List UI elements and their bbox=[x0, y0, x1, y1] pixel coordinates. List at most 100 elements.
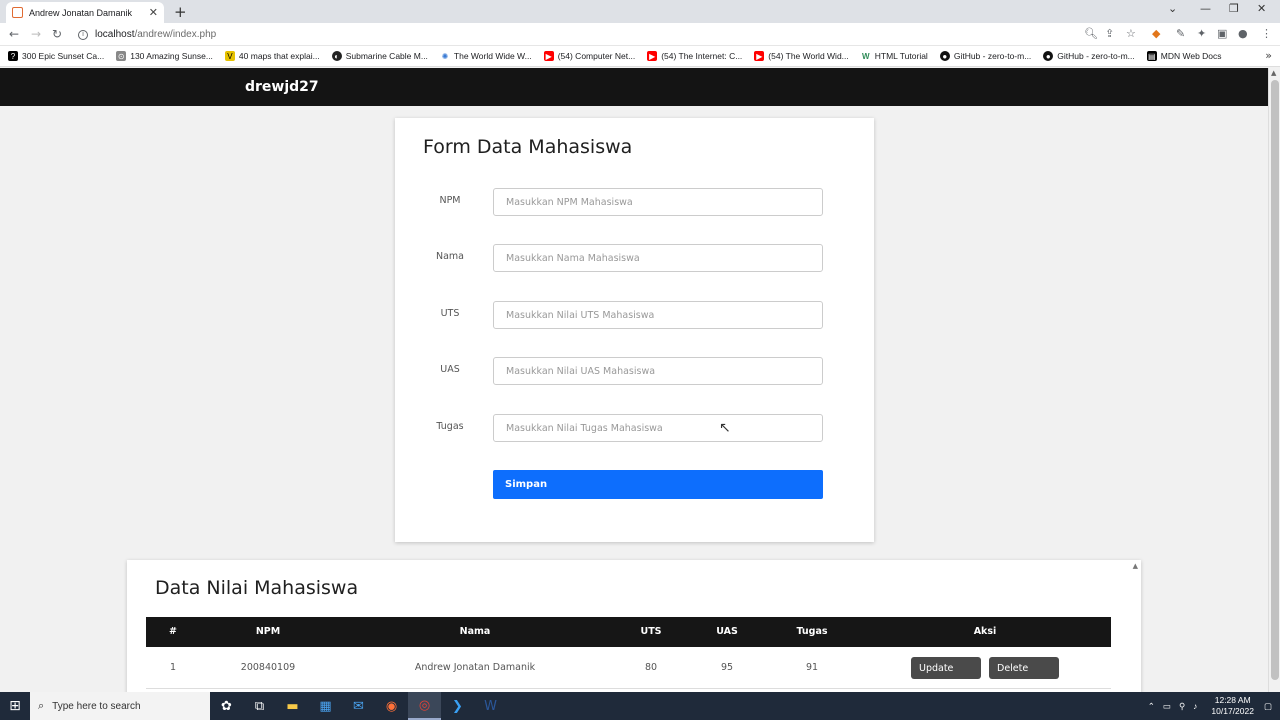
header-no: # bbox=[169, 626, 177, 637]
url-host: localhost bbox=[95, 29, 135, 40]
npm-input[interactable]: Masukkan NPM Mahasiswa bbox=[493, 188, 823, 216]
bookmark-item[interactable]: ▤ MDN Web Docs bbox=[1146, 51, 1222, 61]
zoom-icon[interactable]: 🔍︎ bbox=[1084, 27, 1098, 40]
bookmark-item[interactable]: ▶ (54) The World Wid... bbox=[754, 51, 849, 61]
youtube-icon: ▶ bbox=[647, 51, 658, 61]
profile-avatar[interactable]: ● bbox=[1238, 27, 1248, 40]
update-button[interactable]: Update bbox=[911, 657, 981, 679]
bookmark-item[interactable]: V 40 maps that explai... bbox=[224, 51, 320, 61]
search-icon: ⌕ bbox=[38, 699, 45, 712]
cell-tugas: 91 bbox=[805, 662, 819, 673]
form-row-uts: UTS Masukkan Nilai UTS Mahasiswa bbox=[395, 301, 874, 329]
reload-icon[interactable]: ↻ bbox=[52, 27, 62, 41]
minimize-icon[interactable]: — bbox=[1200, 2, 1211, 15]
bookmarks-bar: ? 300 Epic Sunset Ca... ⊙ 130 Amazing Suns… bbox=[0, 46, 1280, 67]
volume-icon[interactable]: ♪ bbox=[1193, 701, 1197, 711]
site-info-icon[interactable]: i bbox=[78, 29, 88, 40]
share-icon[interactable]: ⇪ bbox=[1105, 27, 1114, 40]
tab-search-chevron-icon[interactable]: ⌄ bbox=[1168, 2, 1177, 15]
bookmark-item[interactable]: ✺ The World Wide W... bbox=[439, 51, 532, 61]
tab-title: Andrew Jonatan Damanik bbox=[29, 7, 133, 18]
restore-icon[interactable]: ❐ bbox=[1229, 2, 1239, 15]
delete-button[interactable]: Delete bbox=[989, 657, 1059, 679]
tab-close-icon[interactable]: ✕ bbox=[149, 6, 158, 19]
nama-label: Nama bbox=[435, 251, 464, 262]
cell-no: 1 bbox=[169, 662, 177, 673]
w3-icon: W bbox=[860, 51, 871, 61]
sidebar-icon[interactable]: ▣ bbox=[1217, 27, 1227, 40]
uas-input[interactable]: Masukkan Nilai UAS Mahasiswa bbox=[493, 357, 823, 385]
tugas-input[interactable]: Masukkan Nilai Tugas Mahasiswa bbox=[493, 414, 823, 442]
simpan-button[interactable]: Simpan bbox=[493, 470, 823, 499]
window-close-icon[interactable]: ✕ bbox=[1257, 2, 1266, 15]
header-aksi: Aksi bbox=[973, 626, 997, 637]
scrollbar-thumb[interactable] bbox=[1271, 80, 1279, 680]
page-viewport: drewjd27 Form Data Mahasiswa NPM Masukka… bbox=[0, 68, 1268, 692]
chrome-icon[interactable]: ◎ bbox=[408, 692, 441, 720]
word-icon[interactable]: W bbox=[474, 692, 507, 720]
form-row-uas: UAS Masukkan Nilai UAS Mahasiswa bbox=[395, 357, 874, 385]
system-tray: ⌃ ▭ ⚲ ♪ 12:28 AM 10/17/2022 ▢ bbox=[1148, 692, 1272, 720]
tab-favicon-icon bbox=[12, 7, 23, 18]
card-scroll-up-icon[interactable]: ▲ bbox=[1133, 562, 1138, 570]
menu-kebab-icon[interactable]: ⋮ bbox=[1261, 27, 1272, 40]
uts-label: UTS bbox=[440, 308, 460, 319]
task-view-icon[interactable]: ⧉ bbox=[243, 692, 276, 720]
bookmark-item[interactable]: ◐ Submarine Cable M... bbox=[331, 51, 428, 61]
mouse-cursor-icon: ↖ bbox=[719, 420, 731, 436]
back-arrow-icon[interactable]: ← bbox=[9, 27, 19, 41]
tray-chevron-icon[interactable]: ⌃ bbox=[1148, 701, 1155, 712]
navbar-brand[interactable]: drewjd27 bbox=[245, 79, 319, 95]
bookmark-item[interactable]: ● GitHub - zero-to-m... bbox=[939, 51, 1031, 61]
bookmark-item[interactable]: ⊙ 130 Amazing Sunse... bbox=[116, 51, 213, 61]
form-card: Form Data Mahasiswa NPM Masukkan NPM Mah… bbox=[395, 118, 874, 542]
new-tab-button[interactable]: + bbox=[174, 3, 187, 21]
vscode-icon[interactable]: ❯ bbox=[441, 692, 474, 720]
globe-icon: ◐ bbox=[331, 51, 342, 61]
bookmark-item[interactable]: ▶ (54) Computer Net... bbox=[543, 51, 635, 61]
url-field[interactable]: i localhost/andrew/index.php bbox=[78, 26, 216, 43]
browser-tab-bar: Andrew Jonatan Damanik ✕ + ⌄ — ❐ ✕ bbox=[0, 0, 1280, 23]
bookmark-item[interactable]: W HTML Tutorial bbox=[860, 51, 928, 61]
site-navbar: drewjd27 bbox=[0, 68, 1268, 106]
bookmarks-more-icon[interactable]: » bbox=[1265, 49, 1272, 62]
clock-time: 12:28 AM bbox=[1214, 695, 1251, 705]
form-row-npm: NPM Masukkan NPM Mahasiswa bbox=[395, 188, 874, 216]
extension-icon[interactable]: ✎ bbox=[1176, 27, 1185, 40]
table-title: Data Nilai Mahasiswa bbox=[155, 577, 359, 599]
windows-start-icon[interactable]: ⊞ bbox=[0, 692, 30, 720]
web-icon: ✺ bbox=[439, 51, 450, 61]
clock-date: 10/17/2022 bbox=[1211, 706, 1254, 716]
bookmark-item[interactable]: ▶ (54) The Internet: C... bbox=[647, 51, 742, 61]
scroll-up-arrow-icon[interactable]: ▲ bbox=[1271, 69, 1276, 77]
browser-tab[interactable]: Andrew Jonatan Damanik ✕ bbox=[6, 2, 164, 23]
mail-icon[interactable]: ✉ bbox=[342, 692, 375, 720]
puzzle-extensions-icon[interactable]: ✦ bbox=[1197, 27, 1206, 40]
store-icon[interactable]: ▦ bbox=[309, 692, 342, 720]
uts-input[interactable]: Masukkan Nilai UTS Mahasiswa bbox=[493, 301, 823, 329]
forward-arrow-icon[interactable]: → bbox=[31, 27, 41, 41]
taskbar-clock[interactable]: 12:28 AM 10/17/2022 bbox=[1211, 695, 1254, 717]
language-icon[interactable]: ⚲ bbox=[1179, 701, 1185, 712]
cortana-owl-icon[interactable]: ✿ bbox=[210, 692, 243, 720]
firefox-icon[interactable]: ◉ bbox=[375, 692, 408, 720]
windows-taskbar: ⊞ ⌕ Type here to search ✿ ⧉ ▬ ▦ ✉ ◉ ◎ ❯ … bbox=[0, 692, 1280, 720]
header-nama: Nama bbox=[459, 626, 491, 637]
taskbar-search[interactable]: ⌕ Type here to search bbox=[30, 692, 210, 720]
bookmark-item[interactable]: ? 300 Epic Sunset Ca... bbox=[8, 51, 104, 61]
metamask-extension-icon[interactable]: ◆ bbox=[1152, 27, 1160, 40]
cell-npm: 200840109 bbox=[240, 662, 296, 673]
header-npm: NPM bbox=[255, 626, 281, 637]
table-row: 1 200840109 Andrew Jonatan Damanik 80 95… bbox=[146, 647, 1111, 689]
page-scrollbar[interactable]: ▲ bbox=[1268, 68, 1280, 692]
bookmark-item[interactable]: ● GitHub - zero-to-m... bbox=[1043, 51, 1135, 61]
file-explorer-icon[interactable]: ▬ bbox=[276, 692, 309, 720]
tugas-label: Tugas bbox=[436, 421, 464, 432]
notification-icon[interactable]: ▢ bbox=[1264, 701, 1272, 712]
bookmark-star-icon[interactable]: ☆ bbox=[1126, 27, 1136, 40]
network-icon[interactable]: ▭ bbox=[1163, 701, 1171, 712]
nama-input[interactable]: Masukkan Nama Mahasiswa bbox=[493, 244, 823, 272]
youtube-icon: ▶ bbox=[754, 51, 765, 61]
header-tugas: Tugas bbox=[796, 626, 828, 637]
pin-icon: ⊙ bbox=[116, 51, 127, 61]
